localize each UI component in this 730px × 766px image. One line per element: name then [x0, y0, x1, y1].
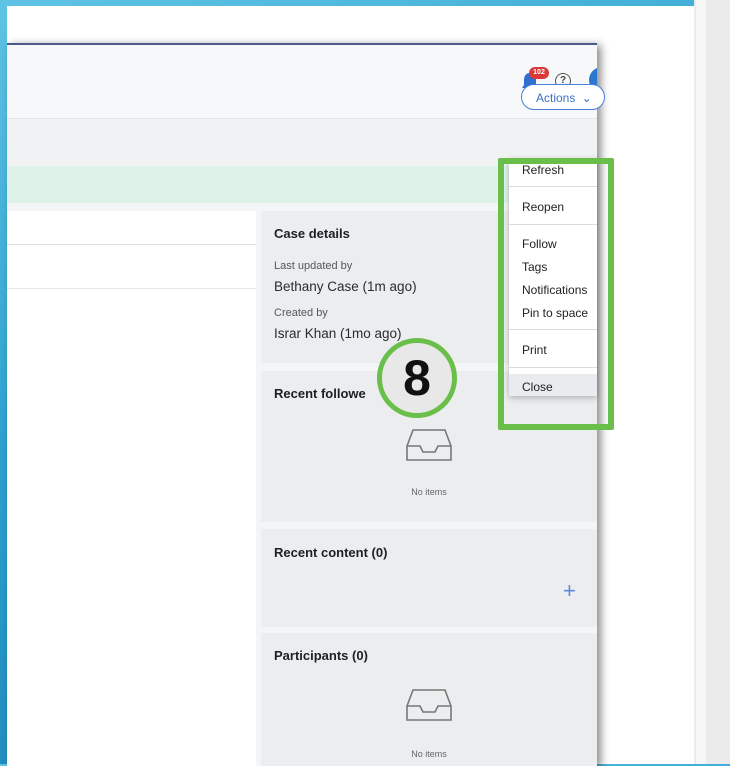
add-content-icon[interactable]: + [563, 580, 576, 602]
actions-label: Actions [536, 91, 576, 105]
participants-card: Participants (0) No items [261, 633, 597, 766]
empty-tray-icon [406, 429, 452, 461]
divider [7, 288, 256, 289]
recent-content-title: Recent content (0) [274, 545, 388, 560]
annotation-highlight-box [498, 158, 614, 430]
notification-count-badge: 102 [529, 67, 549, 79]
case-details-title: Case details [274, 226, 350, 241]
last-updated-value: Bethany Case (1m ago) [274, 279, 417, 294]
outer-right-strip [696, 0, 706, 764]
actions-button[interactable]: Actions ⌄ [521, 84, 605, 110]
empty-tray-icon [406, 689, 452, 721]
recent-followers-title: Recent followe [274, 386, 366, 401]
main-content-panel [7, 211, 256, 766]
top-header: 102 ? [7, 45, 597, 119]
divider [7, 244, 256, 245]
participants-title: Participants (0) [274, 648, 368, 663]
no-items-text: No items [411, 487, 447, 497]
recent-content-card: Recent content (0) [261, 529, 597, 627]
no-items-text: No items [411, 749, 447, 759]
step-number-badge: 8 [377, 338, 457, 418]
created-by-value: Israr Khan (1mo ago) [274, 326, 402, 341]
created-by-label: Created by [274, 307, 328, 319]
last-updated-label: Last updated by [274, 260, 353, 272]
chevron-down-icon: ⌄ [581, 91, 592, 105]
